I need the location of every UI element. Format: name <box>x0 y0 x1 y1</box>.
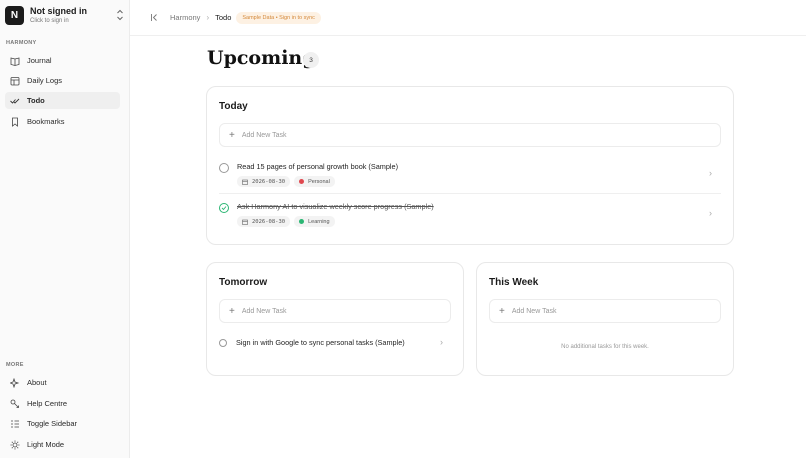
bookmark-icon <box>12 117 18 127</box>
sidebar-item-label: Bookmarks <box>27 117 65 126</box>
sidebar-item-daily-logs[interactable]: Daily Logs <box>5 72 120 89</box>
divider <box>219 193 721 194</box>
book-open-icon <box>10 56 20 66</box>
section-label-more: MORE <box>6 362 24 368</box>
due-date: 2026-08-30 <box>252 178 286 185</box>
section-label-harmony: HARMONY <box>6 40 37 46</box>
task-checkbox[interactable] <box>219 339 227 347</box>
sidebar-icon <box>11 420 19 427</box>
chevron-right-icon[interactable]: › <box>440 337 443 347</box>
task-title: Sign in with Google to sync personal tas… <box>236 338 405 347</box>
sidebar-item-todo[interactable]: Todo <box>5 92 120 109</box>
due-date-chip: 2026-08-30 <box>237 176 291 187</box>
breadcrumb: Harmony › Todo Sample Data • Sign in to … <box>150 11 321 24</box>
chevron-right-icon[interactable]: › <box>709 208 712 218</box>
collapse-sidebar-icon[interactable] <box>150 13 159 22</box>
tag-chip: Learning <box>294 216 335 227</box>
sparkles-icon <box>10 377 20 388</box>
task-row[interactable]: Sign in with Google to sync personal tas… <box>219 338 405 347</box>
help-icon <box>10 399 19 408</box>
sidebar-item-label: Light Mode <box>27 440 65 449</box>
calendar-icon <box>242 179 248 185</box>
tag-dot <box>299 179 305 184</box>
account-name: Not signed in <box>30 5 87 16</box>
tag-label: Learning <box>308 218 330 225</box>
sidebar-item-label: Todo <box>27 96 45 105</box>
plus-icon: + <box>229 129 235 141</box>
task-title: Ask Harmony AI to visualize weekly score… <box>237 202 434 211</box>
add-task-placeholder: Add New Task <box>241 131 287 139</box>
sidebar-item-label: Journal <box>27 56 52 65</box>
task-title: Read 15 pages of personal growth book (S… <box>237 162 399 171</box>
breadcrumb-separator: › <box>206 13 210 22</box>
task-checkbox[interactable] <box>219 203 229 213</box>
chevron-right-icon[interactable]: › <box>709 168 712 178</box>
today-card: Today + Add New Task Read 15 pages of pe… <box>206 86 734 245</box>
breadcrumb-current: Todo <box>215 13 232 22</box>
task-row[interactable]: Ask Harmony AI to visualize weekly score… <box>219 202 434 227</box>
this-week-card: This Week + Add New Task No additional t… <box>476 262 734 376</box>
check-icon <box>221 206 227 211</box>
task-checkbox[interactable] <box>219 163 229 173</box>
sun-icon <box>10 440 20 449</box>
tomorrow-add-task-input[interactable]: + Add New Task <box>219 299 451 323</box>
add-task-placeholder: Add New Task <box>511 307 557 315</box>
sidebar-item-label: Daily Logs <box>27 76 63 85</box>
tag-dot <box>299 219 305 224</box>
calendar-grid-icon <box>10 76 20 85</box>
tag-chip: Personal <box>294 176 335 187</box>
task-count-badge: 3 <box>303 52 319 68</box>
sidebar-item-light-mode[interactable]: Light Mode <box>5 436 120 453</box>
sidebar: N Not signed in Click to sign in HARMONY… <box>0 0 130 458</box>
sidebar-item-label: About <box>27 378 47 387</box>
check-double-icon <box>10 98 20 104</box>
account-subtitle: Click to sign in <box>30 17 69 24</box>
topbar: Harmony › Todo Sample Data • Sign in to … <box>130 0 806 36</box>
empty-state-text: No additional tasks for this week. <box>561 344 649 350</box>
this-week-add-task-input[interactable]: + Add New Task <box>489 299 721 323</box>
sidebar-item-label: Toggle Sidebar <box>27 419 78 428</box>
account-switcher[interactable]: N Not signed in Click to sign in <box>5 3 125 27</box>
sidebar-item-toggle-sidebar[interactable]: Toggle Sidebar <box>5 415 120 432</box>
page-title: Upcoming <box>207 47 316 69</box>
chevron-up-down-icon <box>117 9 123 21</box>
sidebar-item-journal[interactable]: Journal <box>5 52 120 69</box>
due-date: 2026-08-30 <box>252 218 286 225</box>
this-week-title: This Week <box>489 277 539 288</box>
breadcrumb-root[interactable]: Harmony <box>170 13 200 22</box>
tag-label: Personal <box>308 178 330 185</box>
today-add-task-input[interactable]: + Add New Task <box>219 123 721 147</box>
sidebar-item-label: Help Centre <box>27 399 68 408</box>
calendar-icon <box>242 219 248 225</box>
sidebar-item-help-centre[interactable]: Help Centre <box>5 395 120 412</box>
plus-icon: + <box>499 305 505 317</box>
add-task-placeholder: Add New Task <box>241 307 287 315</box>
sample-data-badge[interactable]: Sample Data • Sign in to sync <box>236 11 321 24</box>
sidebar-item-bookmarks[interactable]: Bookmarks <box>5 113 120 130</box>
today-title: Today <box>219 101 248 112</box>
plus-icon: + <box>229 305 235 317</box>
sidebar-item-about[interactable]: About <box>5 374 120 391</box>
due-date-chip: 2026-08-30 <box>237 216 291 227</box>
avatar: N <box>5 5 24 25</box>
tomorrow-title: Tomorrow <box>219 277 268 288</box>
task-row[interactable]: Read 15 pages of personal growth book (S… <box>219 162 398 187</box>
tomorrow-card: Tomorrow + Add New Task Sign in with Goo… <box>206 262 464 376</box>
